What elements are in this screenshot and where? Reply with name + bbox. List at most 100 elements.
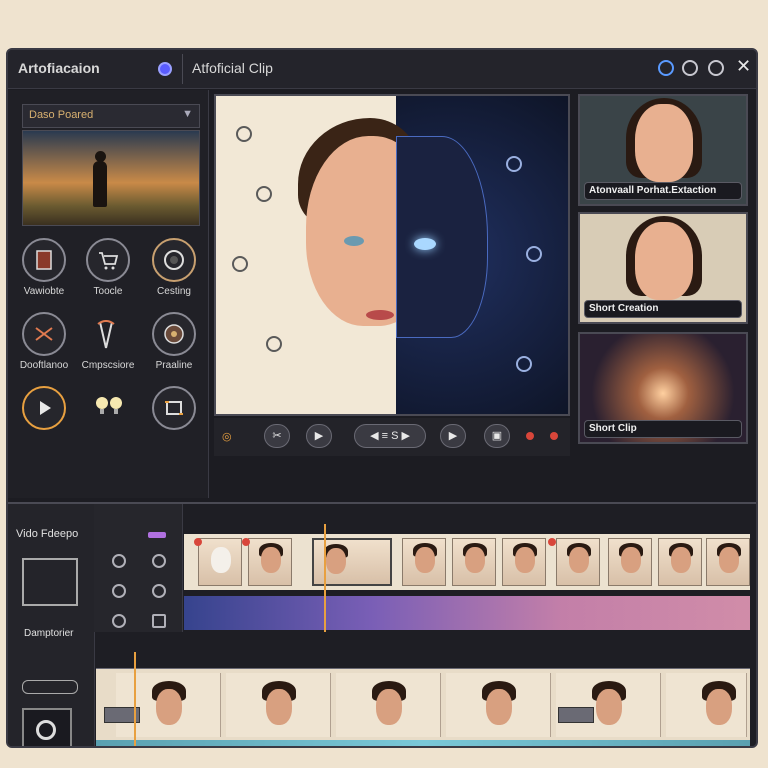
tool-dot-icon[interactable] bbox=[152, 584, 166, 598]
tool-label: Toocle bbox=[93, 286, 123, 297]
timeline-left-panel: Vido Fdeepo Damptorier bbox=[8, 504, 95, 746]
source-dropdown-value: Daso Poared bbox=[29, 109, 94, 121]
playhead[interactable] bbox=[324, 524, 326, 632]
lens-icon[interactable] bbox=[152, 238, 196, 282]
bulb-icon[interactable] bbox=[86, 386, 130, 430]
cut-icon[interactable]: ✂ bbox=[264, 424, 290, 448]
tool-dot-icon[interactable] bbox=[112, 614, 126, 628]
marker-icon[interactable] bbox=[548, 538, 556, 546]
app-name: Artofiacaion bbox=[18, 60, 100, 76]
editor-window: Artofiacaion Atfoficial Clip ✕ Daso Poar… bbox=[6, 48, 758, 748]
node-icon bbox=[516, 356, 532, 372]
playback-pill[interactable]: ◀ ≡ S ▶ bbox=[354, 424, 426, 448]
title-bar: Artofiacaion Atfoficial Clip ✕ bbox=[8, 50, 756, 89]
tool-label: Cmpscsiore bbox=[81, 360, 135, 371]
character-frame[interactable] bbox=[556, 673, 661, 737]
node-icon bbox=[506, 156, 522, 172]
clip-handle[interactable] bbox=[558, 707, 594, 723]
tool-dot-icon[interactable] bbox=[152, 554, 166, 568]
book-icon[interactable] bbox=[22, 238, 66, 282]
tool-label: Cesting bbox=[157, 286, 191, 297]
character-frame[interactable] bbox=[336, 673, 441, 737]
video-frame[interactable] bbox=[706, 538, 750, 586]
source-dropdown[interactable]: Daso Poared ▼ bbox=[22, 104, 200, 128]
cart-icon[interactable] bbox=[86, 238, 130, 282]
character-frame[interactable] bbox=[226, 673, 331, 737]
short-creation-card[interactable]: Short Creation bbox=[578, 212, 748, 324]
slider-icon[interactable] bbox=[22, 680, 78, 694]
cut-icon[interactable] bbox=[86, 312, 130, 356]
node-icon bbox=[236, 126, 252, 142]
node-icon bbox=[256, 186, 272, 202]
play-icon[interactable] bbox=[22, 386, 66, 430]
power-icon[interactable] bbox=[708, 60, 724, 76]
portrait bbox=[635, 104, 693, 182]
crop-icon[interactable] bbox=[152, 386, 196, 430]
tag-icon[interactable] bbox=[148, 532, 166, 538]
tool-label: Vawiobte bbox=[23, 286, 65, 297]
source-tools-panel: Daso Poared ▼ Vawiobte Toocle Cesting Do… bbox=[8, 90, 209, 498]
loop-icon[interactable]: ◎ bbox=[222, 430, 232, 443]
status-dot-icon[interactable] bbox=[158, 62, 172, 76]
video-frame[interactable] bbox=[248, 538, 292, 586]
video-frame[interactable] bbox=[608, 538, 652, 586]
tool-label: Dooftlanoo bbox=[19, 360, 69, 371]
marker-icon[interactable] bbox=[194, 538, 202, 546]
video-preview[interactable] bbox=[214, 94, 570, 416]
node-icon bbox=[266, 336, 282, 352]
chevron-down-icon: ▼ bbox=[182, 108, 193, 120]
timeline: Vido Fdeepo Damptorier bbox=[8, 502, 756, 746]
video-frame[interactable] bbox=[502, 538, 546, 586]
tool-dot-icon[interactable] bbox=[112, 584, 126, 598]
short-clip-card[interactable]: Short Clip bbox=[578, 332, 748, 444]
audio-waveform[interactable] bbox=[184, 596, 750, 630]
marker-icon[interactable] bbox=[242, 538, 250, 546]
playhead-2[interactable] bbox=[134, 652, 136, 746]
card-label: Short Creation bbox=[584, 300, 742, 318]
marker-icon[interactable] bbox=[526, 432, 534, 440]
tool-dot-icon[interactable] bbox=[112, 554, 126, 568]
lips bbox=[366, 310, 394, 320]
node-icon bbox=[526, 246, 542, 262]
clip-icon[interactable] bbox=[22, 558, 78, 606]
character-frame[interactable] bbox=[446, 673, 551, 737]
player-controls: ◎ ✂ ▶ ◀ ≡ S ▶ ▶ ▣ bbox=[214, 418, 570, 456]
extraction-card[interactable]: Atonvaall Porhat.Extaction bbox=[578, 94, 748, 206]
panel-subtitle: Damptorier bbox=[24, 628, 74, 639]
audio-waveform-2[interactable] bbox=[96, 740, 750, 746]
video-frame[interactable] bbox=[198, 538, 242, 586]
dial-icon[interactable] bbox=[152, 312, 196, 356]
card-label: Atonvaall Porhat.Extaction bbox=[584, 182, 742, 200]
export-icon[interactable]: ▣ bbox=[484, 424, 510, 448]
speaker-icon[interactable] bbox=[22, 708, 72, 746]
character-frame[interactable] bbox=[116, 673, 221, 737]
source-thumbnail[interactable] bbox=[22, 130, 200, 226]
video-track[interactable] bbox=[184, 534, 750, 590]
record-icon[interactable] bbox=[550, 432, 558, 440]
portrait bbox=[635, 222, 693, 300]
scissors-icon[interactable] bbox=[22, 312, 66, 356]
tool-label: Praaline bbox=[155, 360, 193, 371]
divider bbox=[182, 54, 183, 84]
card-label: Short Clip bbox=[584, 420, 742, 438]
video-frame[interactable] bbox=[658, 538, 702, 586]
sync-icon[interactable] bbox=[658, 60, 674, 76]
runner-body bbox=[93, 161, 107, 207]
robot-face bbox=[396, 136, 488, 338]
next-icon[interactable]: ▶ bbox=[440, 424, 466, 448]
document-title: Atfoficial Clip bbox=[192, 60, 273, 76]
info-icon[interactable] bbox=[682, 60, 698, 76]
node-icon bbox=[232, 256, 248, 272]
close-icon[interactable]: ✕ bbox=[736, 56, 751, 77]
video-frame[interactable] bbox=[556, 538, 600, 586]
human-eye bbox=[344, 236, 364, 246]
video-frame[interactable] bbox=[452, 538, 496, 586]
character-track[interactable] bbox=[96, 668, 750, 741]
panel-title: Vido Fdeepo bbox=[16, 528, 79, 540]
play-icon[interactable]: ▶ bbox=[306, 424, 332, 448]
ai-eye bbox=[414, 238, 436, 250]
video-frame[interactable] bbox=[402, 538, 446, 586]
timeline-tools bbox=[94, 504, 183, 632]
tool-square-icon[interactable] bbox=[152, 614, 166, 628]
character-frame[interactable] bbox=[666, 673, 747, 737]
